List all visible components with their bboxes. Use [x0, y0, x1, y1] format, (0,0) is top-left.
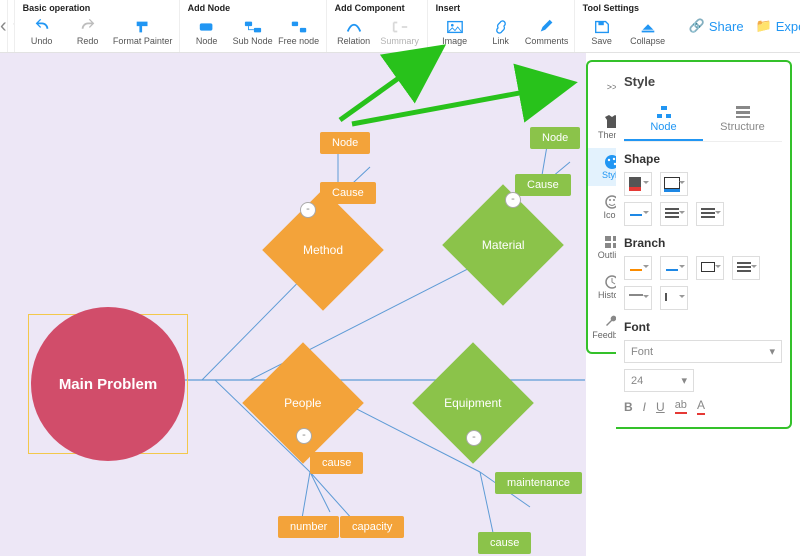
annotation-arrows: [0, 0, 800, 556]
